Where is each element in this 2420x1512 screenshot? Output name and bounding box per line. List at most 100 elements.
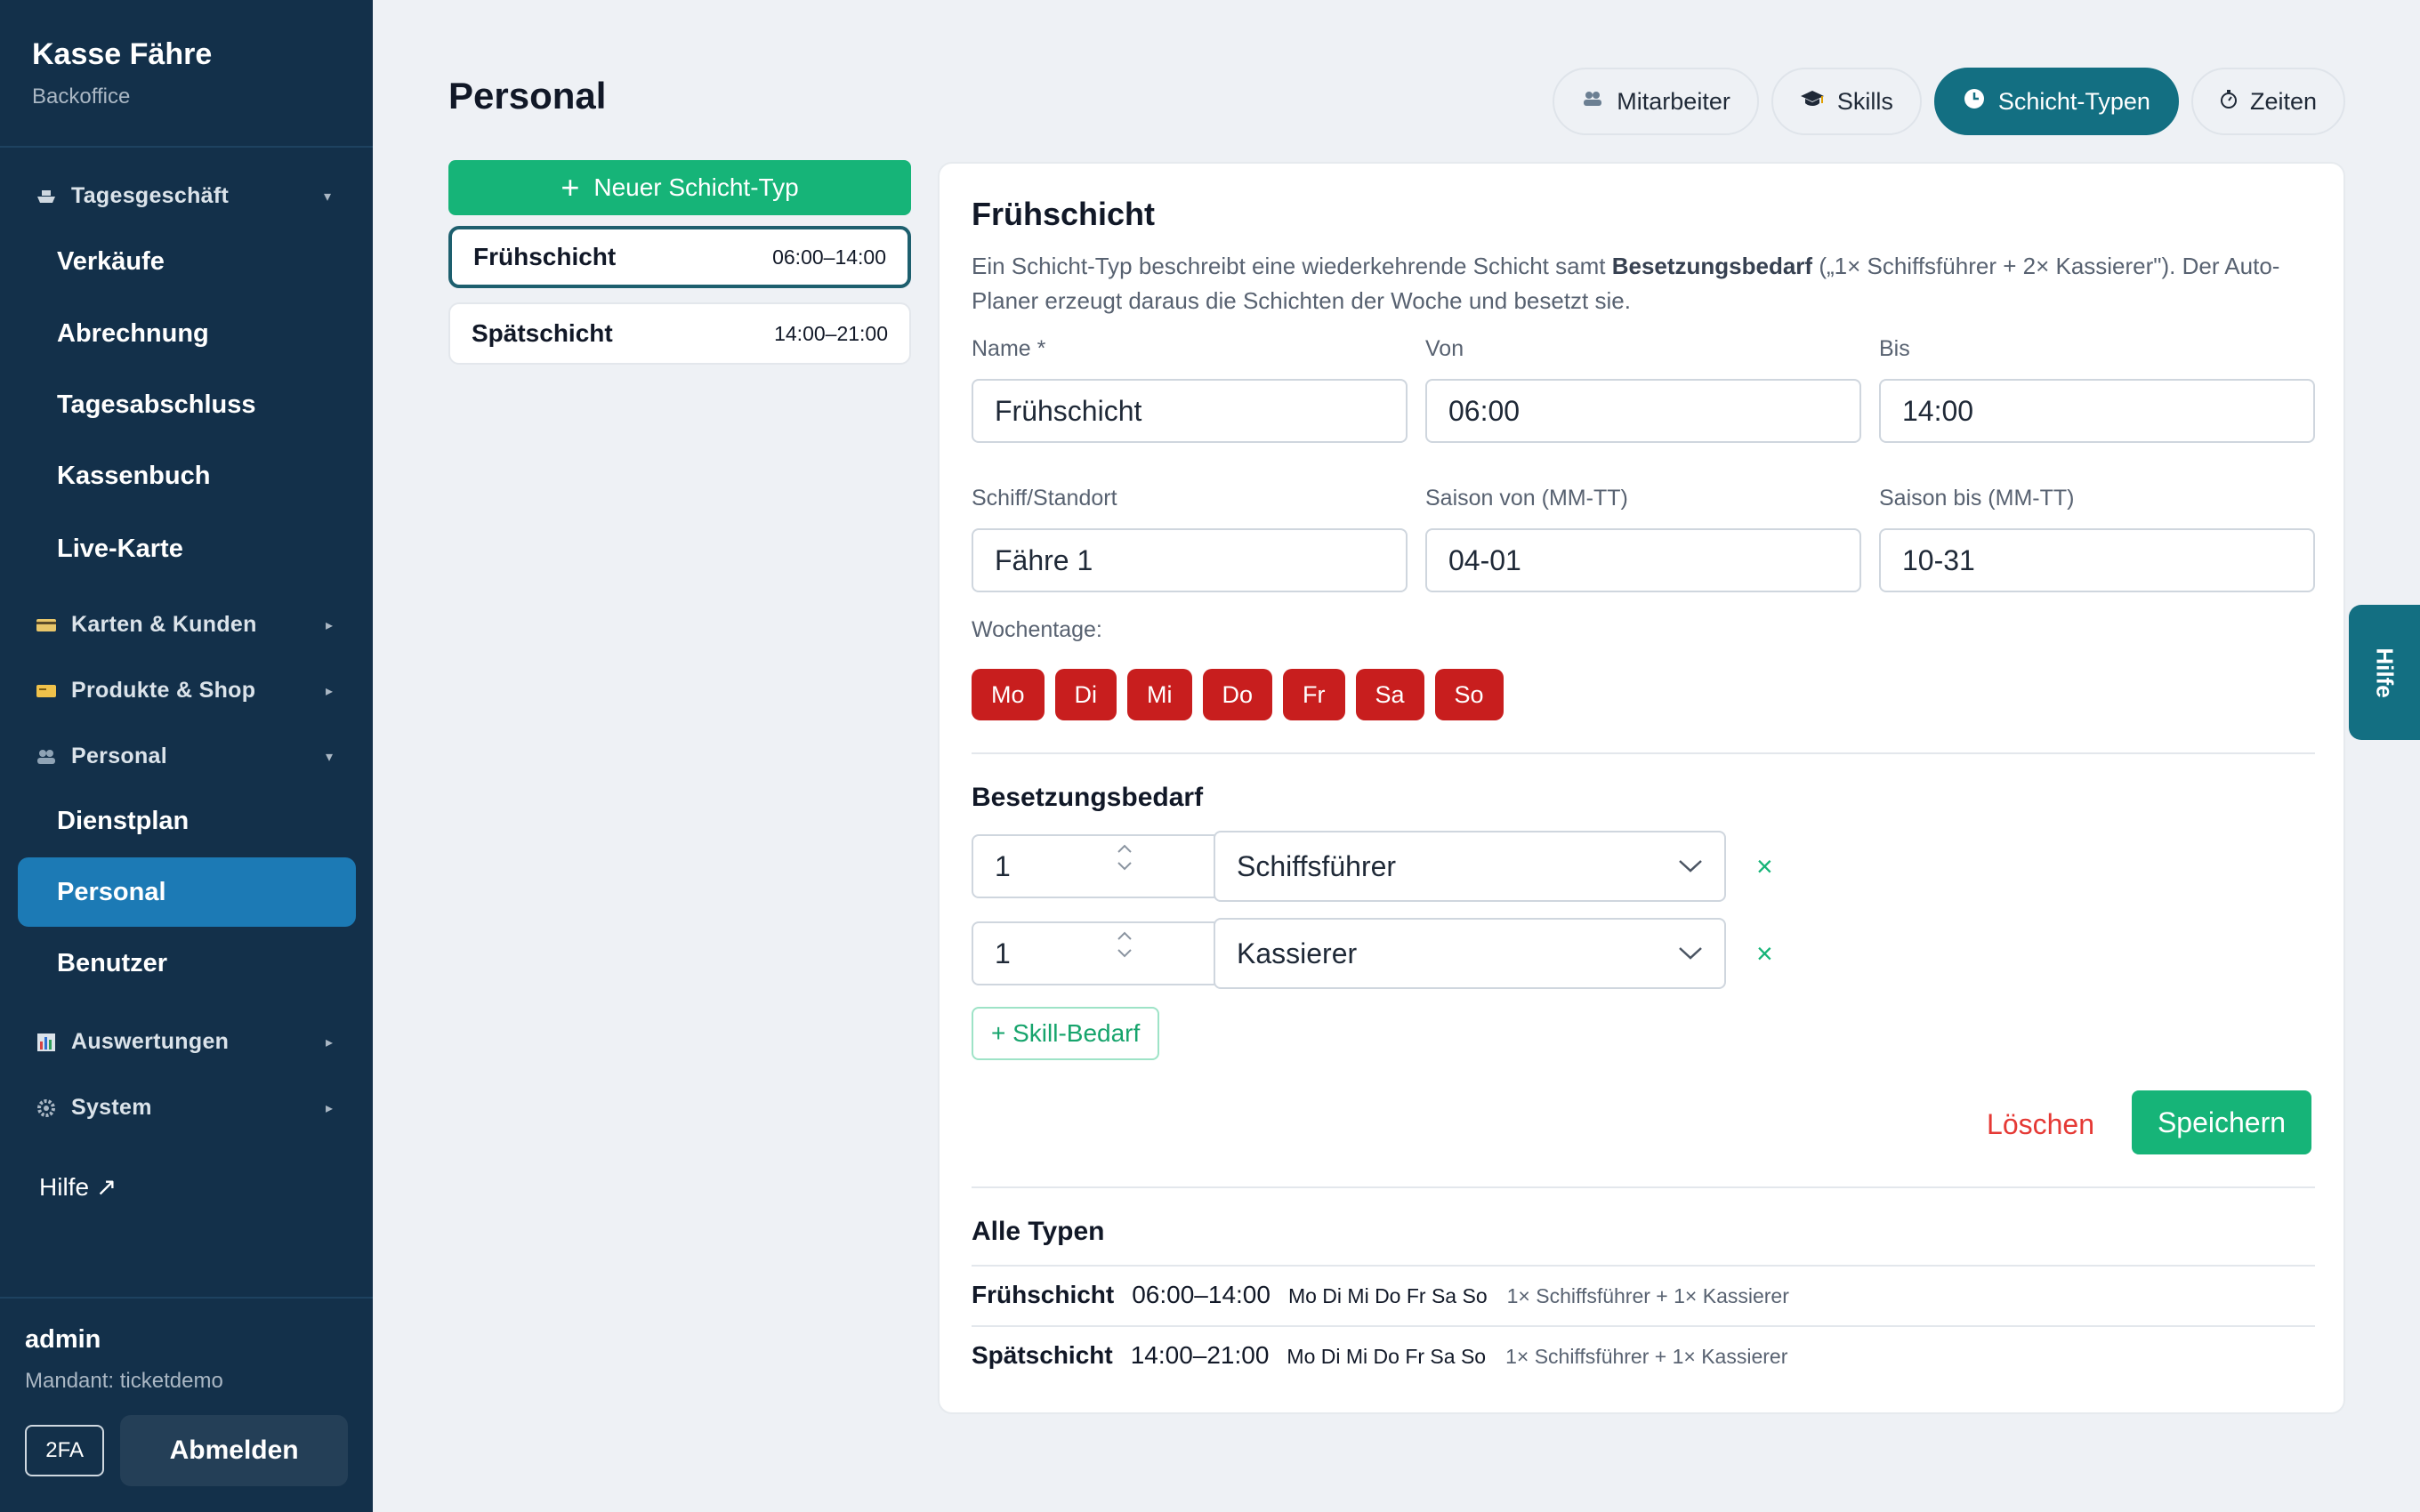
credit-card-icon — [34, 615, 59, 635]
chevron-down-icon — [1679, 947, 1702, 960]
shift-type-card[interactable]: Spätschicht 14:00–21:00 — [448, 302, 911, 365]
new-shift-type-button[interactable]: + Neuer Schicht-Typ — [448, 160, 911, 215]
name-field[interactable]: Frühschicht — [972, 379, 1408, 443]
tab-mitarbeiter[interactable]: Mitarbeiter — [1553, 68, 1759, 135]
add-skill-requirement-button[interactable]: + Skill-Bedarf — [972, 1007, 1160, 1060]
von-field[interactable]: 06:00 — [1425, 379, 1861, 443]
sidebar-item-verkaeufe[interactable]: Verkäufe — [18, 227, 356, 296]
nav-group-karten-kunden[interactable]: Karten & Kunden ▸ — [34, 612, 333, 638]
quantity-stepper[interactable]: 1 — [972, 921, 1215, 985]
bis-field[interactable]: 14:00 — [1879, 379, 2315, 443]
chevron-down-icon: ▾ — [326, 749, 334, 765]
nav-group-system[interactable]: System ▸ — [34, 1095, 333, 1121]
nav-group-label: Tagesgeschäft — [71, 183, 230, 208]
editor-description: Ein Schicht-Typ beschreibt eine wiederke… — [972, 253, 2280, 314]
nav-group-tagesgeschaeft[interactable]: Tagesgeschäft ▾ — [34, 183, 331, 209]
sidebar-item-label: Abrechnung — [57, 318, 209, 348]
plus-icon: + — [561, 169, 580, 205]
brand: Kasse Fähre Backoffice — [0, 0, 373, 148]
tenant-label: Mandant: ticketdemo — [25, 1369, 223, 1393]
sidebar-item-label: Live-Karte — [57, 534, 183, 563]
day-toggle-sa[interactable]: Sa — [1355, 669, 1424, 720]
sidebar-item-kassenbuch[interactable]: Kassenbuch — [18, 441, 356, 511]
day-toggle-so[interactable]: So — [1434, 669, 1504, 720]
schiff-field[interactable]: Fähre 1 — [972, 528, 1408, 592]
wochentage-label: Wochentage: — [972, 617, 1102, 642]
nav-group-auswertungen[interactable]: Auswertungen ▸ — [34, 1029, 333, 1055]
chevron-right-icon: ▸ — [326, 683, 334, 699]
help-side-tab-label: Hilfe — [2371, 647, 2399, 698]
bis-label: Bis — [1879, 336, 1910, 361]
delete-button[interactable]: Löschen — [1987, 1092, 2094, 1156]
nav-group-personal[interactable]: Personal ▾ — [34, 744, 333, 769]
day-toggle-di[interactable]: Di — [1054, 669, 1117, 720]
help-link[interactable]: Hilfe ↗ — [39, 1172, 117, 1202]
day-toggle-fr[interactable]: Fr — [1283, 669, 1345, 720]
ticket-icon — [34, 681, 59, 701]
sidebar-item-label: Verkäufe — [57, 246, 165, 276]
sidebar-item-label: Tagesabschluss — [57, 390, 256, 419]
sidebar-item-label: Dienstplan — [57, 806, 190, 835]
tab-zeiten[interactable]: Zeiten — [2190, 68, 2345, 135]
day-toggle-mo[interactable]: Mo — [972, 669, 1045, 720]
ship-icon — [34, 187, 59, 206]
divider — [972, 1325, 2315, 1327]
twofa-button[interactable]: 2FA — [25, 1425, 105, 1476]
day-toggle-mi[interactable]: Mi — [1127, 669, 1192, 720]
divider — [972, 1265, 2315, 1267]
tab-label: Skills — [1836, 87, 1893, 115]
all-types-row: Frühschicht 06:00–14:00 Mo Di Mi Do Fr S… — [972, 1281, 1789, 1309]
brand-title: Kasse Fähre — [32, 37, 213, 71]
spinner-arrows-icon[interactable] — [1116, 843, 1133, 872]
spinner-arrows-icon[interactable] — [1116, 930, 1133, 959]
shift-type-name: Frühschicht — [473, 243, 617, 270]
sidebar-item-dienstplan[interactable]: Dienstplan — [18, 786, 356, 856]
shift-type-card[interactable]: Frühschicht 06:00–14:00 — [448, 226, 911, 288]
nav-group-label: Auswertungen — [71, 1029, 230, 1054]
weekday-toggles: Mo Di Mi Do Fr Sa So — [972, 669, 1504, 720]
role-select[interactable]: Schiffsführer — [1214, 831, 1726, 902]
all-types-title: Alle Typen — [972, 1217, 1105, 1246]
role-select-value: Kassierer — [1237, 937, 1358, 969]
graduation-cap-icon — [1800, 89, 1825, 115]
saison-von-field[interactable]: 04-01 — [1425, 528, 1861, 592]
sidebar-item-abrechnung[interactable]: Abrechnung — [18, 299, 356, 368]
sidebar-item-label: Benutzer — [57, 948, 168, 977]
chevron-right-icon: ▸ — [326, 617, 334, 633]
user-name: admin — [25, 1325, 101, 1354]
stopwatch-icon — [2220, 89, 2238, 115]
role-select[interactable]: Kassierer — [1214, 918, 1726, 989]
tab-skills[interactable]: Skills — [1771, 68, 1922, 135]
name-label: Name * — [972, 336, 1046, 361]
all-types-time: 06:00–14:00 — [1132, 1281, 1270, 1308]
tab-label: Schicht-Typen — [1997, 87, 2150, 115]
quantity-value: 1 — [995, 937, 1011, 969]
remove-requirement-button[interactable]: × — [1756, 850, 1773, 883]
sidebar-item-benutzer[interactable]: Benutzer — [18, 929, 356, 998]
quantity-stepper[interactable]: 1 — [972, 834, 1215, 898]
sidebar-footer: admin Mandant: ticketdemo 2FA Abmelden — [0, 1297, 373, 1486]
divider — [972, 752, 2315, 754]
new-shift-type-label: Neuer Schicht-Typ — [593, 173, 799, 201]
all-types-row: Spätschicht 14:00–21:00 Mo Di Mi Do Fr S… — [972, 1341, 1787, 1370]
tab-bar: Mitarbeiter Skills Schicht-Typen Zeiten — [1553, 68, 2345, 135]
requirement-row: 1 Schiffsführer × — [972, 831, 1773, 902]
tab-label: Mitarbeiter — [1617, 87, 1730, 115]
sidebar-item-live-karte[interactable]: Live-Karte — [18, 514, 356, 583]
logout-button[interactable]: Abmelden — [120, 1415, 348, 1486]
sidebar-item-tagesabschluss[interactable]: Tagesabschluss — [18, 370, 356, 439]
help-side-tab[interactable]: Hilfe — [2349, 605, 2420, 740]
remove-requirement-button[interactable]: × — [1756, 937, 1773, 970]
tab-schicht-typen[interactable]: Schicht-Typen — [1933, 68, 2179, 135]
von-label: Von — [1425, 336, 1464, 361]
day-toggle-do[interactable]: Do — [1202, 669, 1273, 720]
role-select-value: Schiffsführer — [1237, 849, 1397, 882]
sidebar-item-personal[interactable]: Personal — [18, 857, 356, 927]
nav-group-produkte-shop[interactable]: Produkte & Shop ▸ — [34, 678, 333, 704]
chevron-down-icon: ▾ — [324, 189, 332, 205]
shift-type-time: 06:00–14:00 — [772, 245, 886, 269]
editor-title: Frühschicht — [972, 196, 1156, 232]
save-button[interactable]: Speichern — [2132, 1090, 2311, 1154]
saison-bis-field[interactable]: 10-31 — [1879, 528, 2315, 592]
sidebar-item-label: Kassenbuch — [57, 461, 211, 490]
